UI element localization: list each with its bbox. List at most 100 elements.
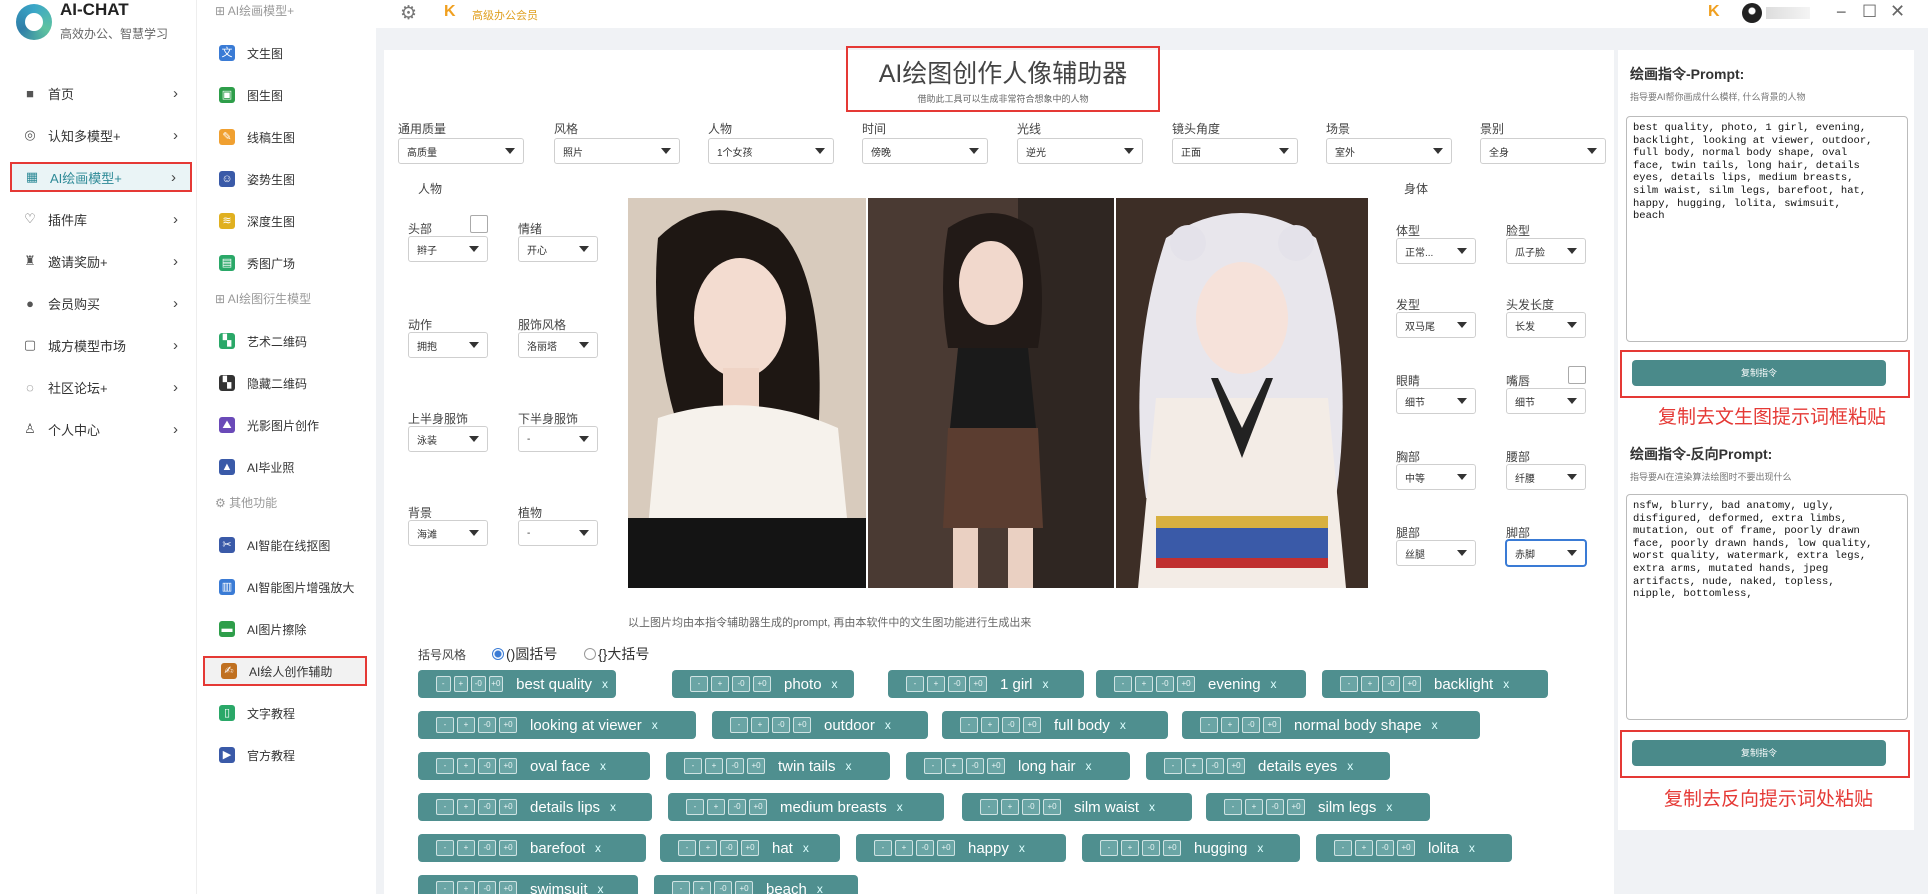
submenu-item-light-shadow[interactable]: ⛰ 光影图片创作: [203, 410, 367, 440]
sidebar-item-forum[interactable]: ◌ 社区论坛+ ›: [10, 372, 192, 402]
prompt-tag[interactable]: - + -0 +0 beach x: [654, 875, 858, 894]
quality-select[interactable]: 高质量: [398, 138, 524, 164]
tag-adjust-button[interactable]: -: [1340, 676, 1358, 692]
bracket-radio-curly[interactable]: {}大括号: [584, 644, 649, 664]
scene-select[interactable]: 室外: [1326, 138, 1452, 164]
tag-remove-icon[interactable]: x: [832, 677, 838, 691]
tag-adjust-button[interactable]: -0: [728, 799, 746, 815]
prompt-tag[interactable]: - + -0 +0 details eyes x: [1146, 752, 1390, 780]
prompt-tag[interactable]: - + -0 +0 outdoor x: [712, 711, 928, 739]
copy-prompt-button[interactable]: 复制指令: [1632, 360, 1886, 386]
tag-adjust-button[interactable]: +: [705, 758, 723, 774]
tag-adjust-button[interactable]: -0: [478, 717, 496, 733]
prompt-tag[interactable]: - + -0 +0 lolita x: [1316, 834, 1512, 862]
tag-remove-icon[interactable]: x: [1043, 677, 1049, 691]
tag-adjust-button[interactable]: -: [436, 881, 454, 894]
prompt-tag[interactable]: - + -0 +0 looking at viewer x: [418, 711, 696, 739]
prompt-tag[interactable]: - + -0 +0 full body x: [942, 711, 1168, 739]
tag-remove-icon[interactable]: x: [602, 677, 608, 691]
tag-adjust-button[interactable]: -0: [1382, 676, 1400, 692]
face-select[interactable]: 瓜子脸: [1506, 238, 1586, 264]
tag-remove-icon[interactable]: x: [1120, 718, 1126, 732]
tag-remove-icon[interactable]: x: [1347, 759, 1353, 773]
tag-adjust-button[interactable]: +0: [735, 881, 753, 894]
tag-adjust-button[interactable]: +0: [969, 676, 987, 692]
lower-select[interactable]: -: [518, 426, 598, 452]
prompt-tag[interactable]: - + -0 +0 backlight x: [1322, 670, 1548, 698]
tag-adjust-button[interactable]: -: [1224, 799, 1242, 815]
tag-adjust-button[interactable]: +0: [1287, 799, 1305, 815]
head-select[interactable]: 辫子: [408, 236, 488, 262]
tag-adjust-button[interactable]: +0: [741, 840, 759, 856]
member-label[interactable]: 高级办公会员: [472, 7, 538, 23]
tag-remove-icon[interactable]: x: [846, 759, 852, 773]
light-select[interactable]: 逆光: [1017, 138, 1143, 164]
prompt-textarea[interactable]: best quality, photo, 1 girl, evening, ba…: [1626, 116, 1908, 342]
tag-adjust-button[interactable]: -: [730, 717, 748, 733]
tag-adjust-button[interactable]: -: [1200, 717, 1218, 733]
submenu-item-depth[interactable]: ≋ 深度生图: [203, 206, 367, 236]
tag-adjust-button[interactable]: -0: [1206, 758, 1224, 774]
tag-adjust-button[interactable]: +: [1221, 717, 1239, 733]
tag-adjust-button[interactable]: +0: [499, 881, 517, 894]
tag-adjust-button[interactable]: -: [906, 676, 924, 692]
tag-adjust-button[interactable]: +0: [749, 799, 767, 815]
lips-select[interactable]: 细节: [1506, 388, 1586, 414]
tag-adjust-button[interactable]: +0: [1227, 758, 1245, 774]
tag-adjust-button[interactable]: +0: [753, 676, 771, 692]
style-select[interactable]: 照片: [554, 138, 680, 164]
tag-adjust-button[interactable]: -0: [1156, 676, 1174, 692]
tag-adjust-button[interactable]: +0: [1403, 676, 1421, 692]
submenu-item-pose[interactable]: ☺ 姿势生图: [203, 164, 367, 194]
tag-remove-icon[interactable]: x: [1386, 800, 1392, 814]
submenu-item-graduation[interactable]: ▲ AI毕业照: [203, 452, 367, 482]
chest-select[interactable]: 中等: [1396, 464, 1476, 490]
tag-adjust-button[interactable]: -: [684, 758, 702, 774]
negative-prompt-textarea[interactable]: nsfw, blurry, bad anatomy, ugly, disfigu…: [1626, 494, 1908, 720]
tag-remove-icon[interactable]: x: [595, 841, 601, 855]
tag-adjust-button[interactable]: +: [1361, 676, 1379, 692]
maximize-icon[interactable]: ☐: [1862, 2, 1877, 22]
waist-select[interactable]: 纤腰: [1506, 464, 1586, 490]
submenu-item-text2img[interactable]: 文文生图: [203, 38, 367, 68]
prompt-tag[interactable]: - + -0 +0 hat x: [660, 834, 840, 862]
tag-remove-icon[interactable]: x: [1019, 841, 1025, 855]
prompt-tag[interactable]: - + -0 +0 1 girl x: [888, 670, 1084, 698]
person-select[interactable]: 1个女孩: [708, 138, 834, 164]
tag-adjust-button[interactable]: +0: [1163, 840, 1181, 856]
sidebar-item-profile[interactable]: ♙ 个人中心 ›: [10, 414, 192, 444]
tag-remove-icon[interactable]: x: [1469, 841, 1475, 855]
tag-adjust-button[interactable]: -0: [1142, 840, 1160, 856]
tag-adjust-button[interactable]: +0: [499, 758, 517, 774]
tag-adjust-button[interactable]: +: [453, 676, 469, 692]
tag-adjust-button[interactable]: +: [1001, 799, 1019, 815]
tag-adjust-button[interactable]: +0: [499, 717, 517, 733]
tag-adjust-button[interactable]: +: [1121, 840, 1139, 856]
tag-adjust-button[interactable]: -0: [478, 758, 496, 774]
tag-remove-icon[interactable]: x: [652, 718, 658, 732]
tag-adjust-button[interactable]: -: [1164, 758, 1182, 774]
tag-adjust-button[interactable]: +: [457, 840, 475, 856]
plant-select[interactable]: -: [518, 520, 598, 546]
tag-adjust-button[interactable]: -: [436, 840, 454, 856]
prompt-tag[interactable]: - + -0 +0 swimsuit x: [418, 875, 638, 894]
tag-adjust-button[interactable]: -: [960, 717, 978, 733]
dress-style-select[interactable]: 洛丽塔: [518, 332, 598, 358]
prompt-tag[interactable]: - + -0 +0 evening x: [1096, 670, 1306, 698]
bracket-radio-round[interactable]: ()圆括号: [492, 644, 557, 664]
sidebar-item-models[interactable]: ◎ 认知多模型+ ›: [10, 120, 192, 150]
tag-adjust-button[interactable]: -: [874, 840, 892, 856]
tag-adjust-button[interactable]: -0: [720, 840, 738, 856]
tag-adjust-button[interactable]: -0: [714, 881, 732, 894]
tag-adjust-button[interactable]: +0: [1263, 717, 1281, 733]
angle-select[interactable]: 正面: [1172, 138, 1298, 164]
prompt-tag[interactable]: - + -0 +0 long hair x: [906, 752, 1130, 780]
prompt-tag[interactable]: - + -0 +0 best quality x: [418, 670, 616, 698]
tag-adjust-button[interactable]: +: [945, 758, 963, 774]
tag-adjust-button[interactable]: -0: [726, 758, 744, 774]
tag-remove-icon[interactable]: x: [803, 841, 809, 855]
tag-adjust-button[interactable]: -0: [1242, 717, 1260, 733]
sidebar-item-plugins[interactable]: ♡ 插件库 ›: [10, 204, 192, 234]
tag-adjust-button[interactable]: -: [1100, 840, 1118, 856]
sidebar-item-membership[interactable]: ● 会员购买 ›: [10, 288, 192, 318]
